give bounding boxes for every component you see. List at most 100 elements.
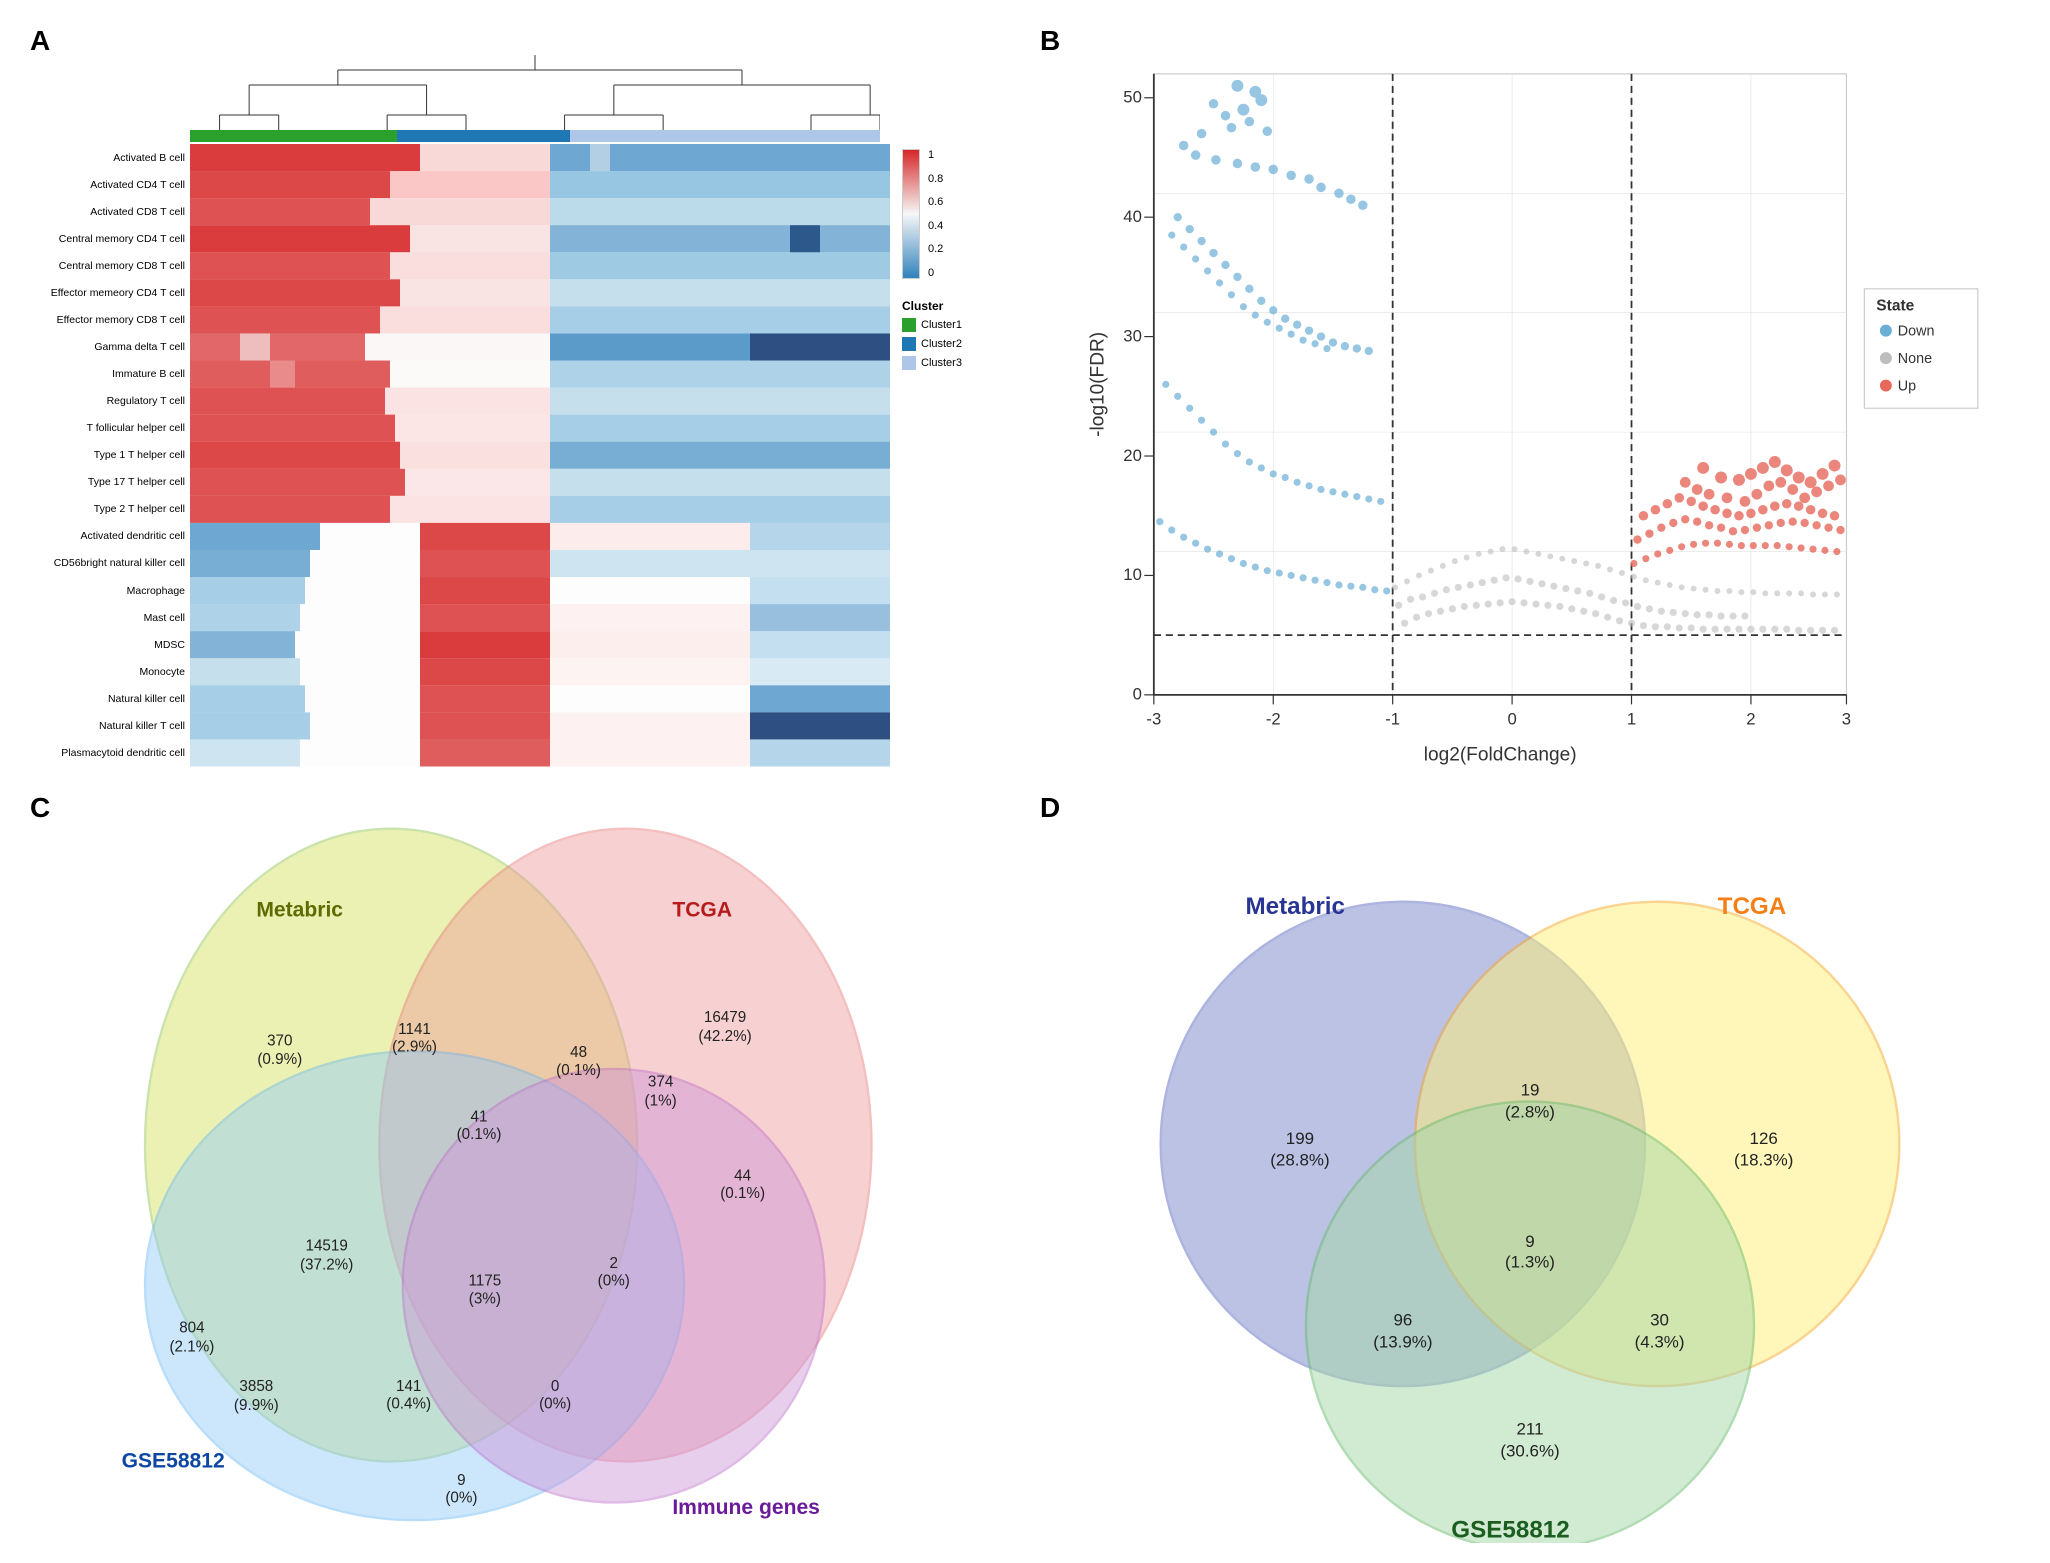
row-label: Effector memory CD8 T cell [30,314,185,326]
panel-d-label: D [1040,792,1060,824]
d-val-199: 199 [1286,1128,1314,1147]
val-44-pct: (0.1%) [720,1184,765,1201]
row-label: Natural killer cell [30,693,185,705]
volcano-svg: -3 -2 -1 0 1 2 3 0 [1040,50,2020,767]
tcga-label-d: TCGA [1718,892,1787,919]
none-legend: None [1898,351,1932,367]
panel-b: B [1030,20,2030,777]
row-label: Activated B cell [30,152,185,164]
row-label: Regulatory T cell [30,395,185,407]
scale-mid4: 0.2 [928,243,943,255]
scale-mid2: 0.6 [928,196,943,208]
cluster1-color [902,318,916,332]
venn-d-container: Metabric TCGA GSE58812 199 (28.8%) 126 (… [1030,817,2030,1544]
legend-title: State [1876,297,1914,314]
d-val-30-pct: (4.3%) [1635,1332,1685,1351]
val-41-pct: (0.1%) [457,1126,502,1143]
svg-text:-1: -1 [1385,710,1400,729]
cluster1-legend: Cluster1 [902,318,962,332]
scale-min: 0 [928,267,943,279]
cluster3-bar [570,130,881,142]
svg-text:0: 0 [1133,685,1142,704]
val-41: 41 [471,1108,488,1125]
d-val-96-pct: (13.9%) [1373,1332,1432,1351]
val-370-pct: (0.9%) [257,1051,302,1068]
row-label: Central memory CD4 T cell [30,233,185,245]
cluster-bar [190,130,880,142]
cluster3-label: Cluster3 [921,357,962,369]
val-141: 141 [396,1378,421,1395]
svg-text:20: 20 [1123,446,1142,465]
val-1175: 1175 [468,1272,501,1289]
val-48: 48 [570,1044,587,1061]
d-val-211: 211 [1516,1419,1543,1438]
row-label: Activated CD4 T cell [30,179,185,191]
row-label: Macrophage [30,585,185,597]
d-val-199-pct: (28.8%) [1270,1150,1329,1169]
svg-text:40: 40 [1123,207,1142,226]
val-804-pct: (2.1%) [169,1338,214,1355]
heatmap-legend: 1 0.8 0.6 0.4 0.2 0 Cluster Cluster1 [890,144,1010,767]
val-370: 370 [267,1032,292,1049]
row-label: Type 1 T helper cell [30,449,185,461]
val-2-pct: (0%) [598,1272,630,1289]
heatmap-body: Activated B cell Activated CD4 T cell Ac… [30,144,1010,767]
val-9-pct: (0%) [445,1489,477,1506]
val-44: 44 [734,1167,751,1184]
row-label: Central memory CD8 T cell [30,260,185,272]
d-val-126: 126 [1750,1128,1778,1147]
down-legend: Down [1898,323,1935,339]
row-label: Gamma delta T cell [30,341,185,353]
row-label: CD56bright natural killer cell [30,557,185,569]
tcga-label-c: TCGA [672,898,732,921]
x-axis-label: log2(FoldChange) [1424,745,1577,766]
color-scale [902,149,920,279]
cluster3-color [902,356,916,370]
val-3858: 3858 [239,1378,273,1395]
val-14519: 14519 [305,1237,347,1254]
val-141-pct: (0.4%) [386,1395,431,1412]
row-label: Type 2 T helper cell [30,503,185,515]
metabric-label-d: Metabric [1245,892,1345,919]
immune-label-c: Immune genes [672,1496,820,1519]
panel-a: A [20,20,1020,777]
d-val-30: 30 [1650,1310,1669,1329]
d-val-211-pct: (30.6%) [1500,1441,1559,1460]
row-label: Activated dendritic cell [30,530,185,542]
val-374: 374 [648,1073,674,1090]
row-label: T follicular helper cell [30,422,185,434]
val-0: 0 [551,1378,559,1395]
scale-mid1: 0.8 [928,173,943,185]
row-label: Type 17 T helper cell [30,476,185,488]
svg-text:1: 1 [1627,710,1636,729]
row-label: Natural killer T cell [30,720,185,732]
gse-label-d: GSE58812 [1451,1516,1569,1543]
heatmap-container: Activated B cell Activated CD4 T cell Ac… [30,50,1010,767]
row-label: Effector memeory CD4 T cell [30,287,185,299]
heatmap-row-labels: Activated B cell Activated CD4 T cell Ac… [30,144,190,767]
heatmap-cells [190,144,890,767]
val-14519-pct: (37.2%) [300,1256,353,1273]
d-val-126-pct: (18.3%) [1734,1150,1793,1169]
svg-text:10: 10 [1123,565,1142,584]
val-9: 9 [457,1471,465,1488]
row-label: Monocyte [30,666,185,678]
dendrogram-area [190,50,880,130]
svg-text:50: 50 [1123,88,1142,107]
row-label: MDSC [30,639,185,651]
val-16479-pct: (42.2%) [698,1027,751,1044]
val-2: 2 [610,1255,618,1272]
cluster2-label: Cluster2 [921,338,962,350]
panel-d: D Metabric TCGA GSE58812 199 (28.8%) [1030,787,2030,1544]
row-label: Immature B cell [30,368,185,380]
cluster2-legend: Cluster2 [902,337,962,351]
val-3858-pct: (9.9%) [234,1396,279,1413]
venn-c-container: Metabric TCGA GSE58812 Immune genes 370 … [20,817,1020,1544]
scale-labels: 1 0.8 0.6 0.4 0.2 0 [928,149,943,279]
svg-text:-3: -3 [1146,710,1161,729]
dendrogram-svg [190,50,880,130]
cluster-legend-title: Cluster [902,299,943,313]
cluster2-color [902,337,916,351]
cluster2-bar [397,130,570,142]
row-label: Activated CD8 T cell [30,206,185,218]
